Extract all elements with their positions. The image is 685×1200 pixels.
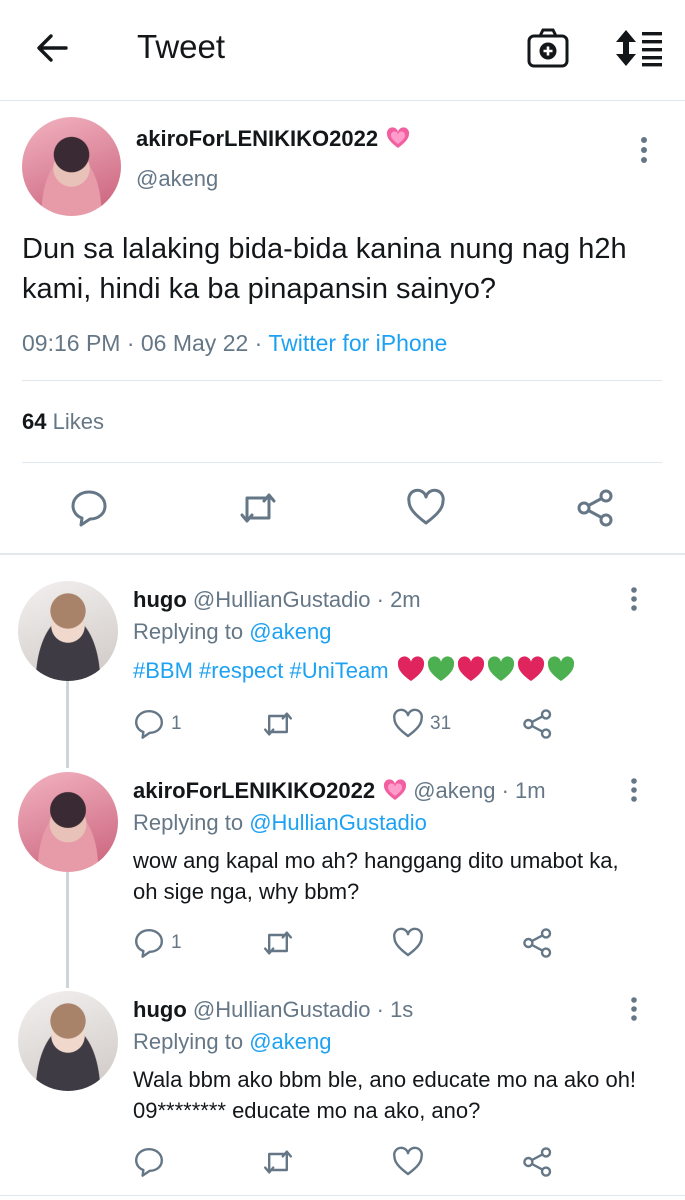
replying-to-link[interactable]: @akeng	[249, 619, 331, 644]
avatar[interactable]	[18, 581, 118, 681]
more-options-icon[interactable]	[636, 136, 652, 164]
like-count: 31	[430, 713, 452, 734]
likes-count[interactable]: 64 Likes	[22, 409, 104, 435]
reply-icon	[135, 710, 163, 739]
replying-to: Replying to @akeng	[133, 619, 332, 644]
share-icon	[523, 709, 552, 739]
camera-icon[interactable]	[526, 26, 570, 70]
reply-button[interactable]: 1	[133, 926, 182, 960]
like-button[interactable]	[392, 1145, 430, 1179]
tweet-meta: 09:16 PM · 06 May 22 · Twitter for iPhon…	[22, 330, 447, 357]
like-button[interactable]	[392, 926, 430, 960]
share-icon	[523, 1147, 552, 1177]
divider	[0, 1195, 685, 1196]
divider	[0, 553, 685, 555]
green-heart-icon	[427, 656, 454, 681]
reply-text: #BBM #respect #UniTeam	[133, 655, 643, 686]
growing-heart-icon	[386, 127, 410, 148]
like-icon[interactable]	[406, 488, 446, 528]
green-heart-icon	[547, 656, 574, 681]
more-options-icon[interactable]	[626, 996, 642, 1022]
retweet-icon	[264, 931, 292, 955]
like-icon	[393, 708, 423, 738]
hashtags[interactable]: #BBM #respect #UniTeam	[133, 658, 389, 683]
like-icon	[393, 1146, 423, 1176]
reply-button[interactable]	[133, 1145, 171, 1179]
more-options-icon[interactable]	[626, 777, 642, 803]
red-heart-icon	[397, 656, 424, 681]
replying-to: Replying to @HullianGustadio	[133, 810, 427, 835]
replying-to-link[interactable]: @akeng	[249, 1029, 331, 1054]
retweet-icon[interactable]	[238, 488, 278, 528]
retweet-button[interactable]	[262, 926, 300, 960]
divider	[22, 462, 662, 463]
reply-button[interactable]: 1	[133, 707, 182, 741]
more-options-icon[interactable]	[626, 586, 642, 612]
back-arrow-icon[interactable]	[32, 28, 72, 68]
share-button[interactable]	[522, 707, 554, 741]
top-bar: Tweet	[0, 0, 685, 101]
like-button[interactable]: 31	[392, 707, 451, 741]
thread-line	[66, 680, 69, 768]
retweet-button[interactable]	[262, 1145, 300, 1179]
reply-icon	[135, 1148, 163, 1177]
avatar[interactable]	[18, 991, 118, 1091]
reply-author[interactable]: akiroForLENIKIKO2022 @akeng · 1m	[133, 778, 546, 804]
author-handle[interactable]: @akeng	[136, 166, 218, 192]
reply-text: Wala bbm ako bbm ble, ano educate mo na …	[133, 1067, 637, 1123]
retweet-button[interactable]	[262, 707, 300, 741]
reply-author[interactable]: hugo @HullianGustadio · 2m	[133, 587, 421, 613]
growing-heart-icon	[383, 779, 407, 800]
reply-author[interactable]: hugo @HullianGustadio · 1s	[133, 997, 413, 1023]
share-button[interactable]	[522, 1145, 554, 1179]
reply-icon	[135, 929, 163, 958]
reply-count: 1	[171, 932, 182, 953]
share-button[interactable]	[522, 926, 554, 960]
sort-icon[interactable]	[612, 28, 664, 68]
green-heart-icon	[487, 656, 514, 681]
hearts-emoji	[397, 656, 575, 682]
replying-to: Replying to @akeng	[133, 1029, 332, 1054]
avatar[interactable]	[18, 772, 118, 872]
page-title: Tweet	[137, 28, 226, 65]
reply-icon[interactable]	[69, 488, 109, 528]
avatar[interactable]	[22, 117, 121, 216]
share-icon	[523, 928, 552, 958]
tweet-text: Dun sa lalaking bida-bida kanina nung na…	[22, 233, 627, 305]
tweet-source-link[interactable]: Twitter for iPhone	[268, 330, 447, 356]
red-heart-icon	[457, 656, 484, 681]
replying-to-link[interactable]: @HullianGustadio	[249, 810, 427, 835]
share-icon[interactable]	[576, 488, 616, 528]
tweet-timestamp: 09:16 PM · 06 May 22 ·	[22, 330, 269, 356]
reply-text: wow ang kapal mo ah? hanggang dito umabo…	[133, 848, 619, 904]
red-heart-icon	[517, 656, 544, 681]
reply-count: 1	[171, 713, 182, 734]
retweet-icon	[264, 712, 292, 736]
divider	[22, 380, 662, 381]
retweet-icon	[264, 1150, 292, 1174]
author-name[interactable]: akiroForLENIKIKO2022	[136, 126, 410, 152]
thread-line	[66, 872, 69, 988]
like-icon	[393, 927, 423, 957]
